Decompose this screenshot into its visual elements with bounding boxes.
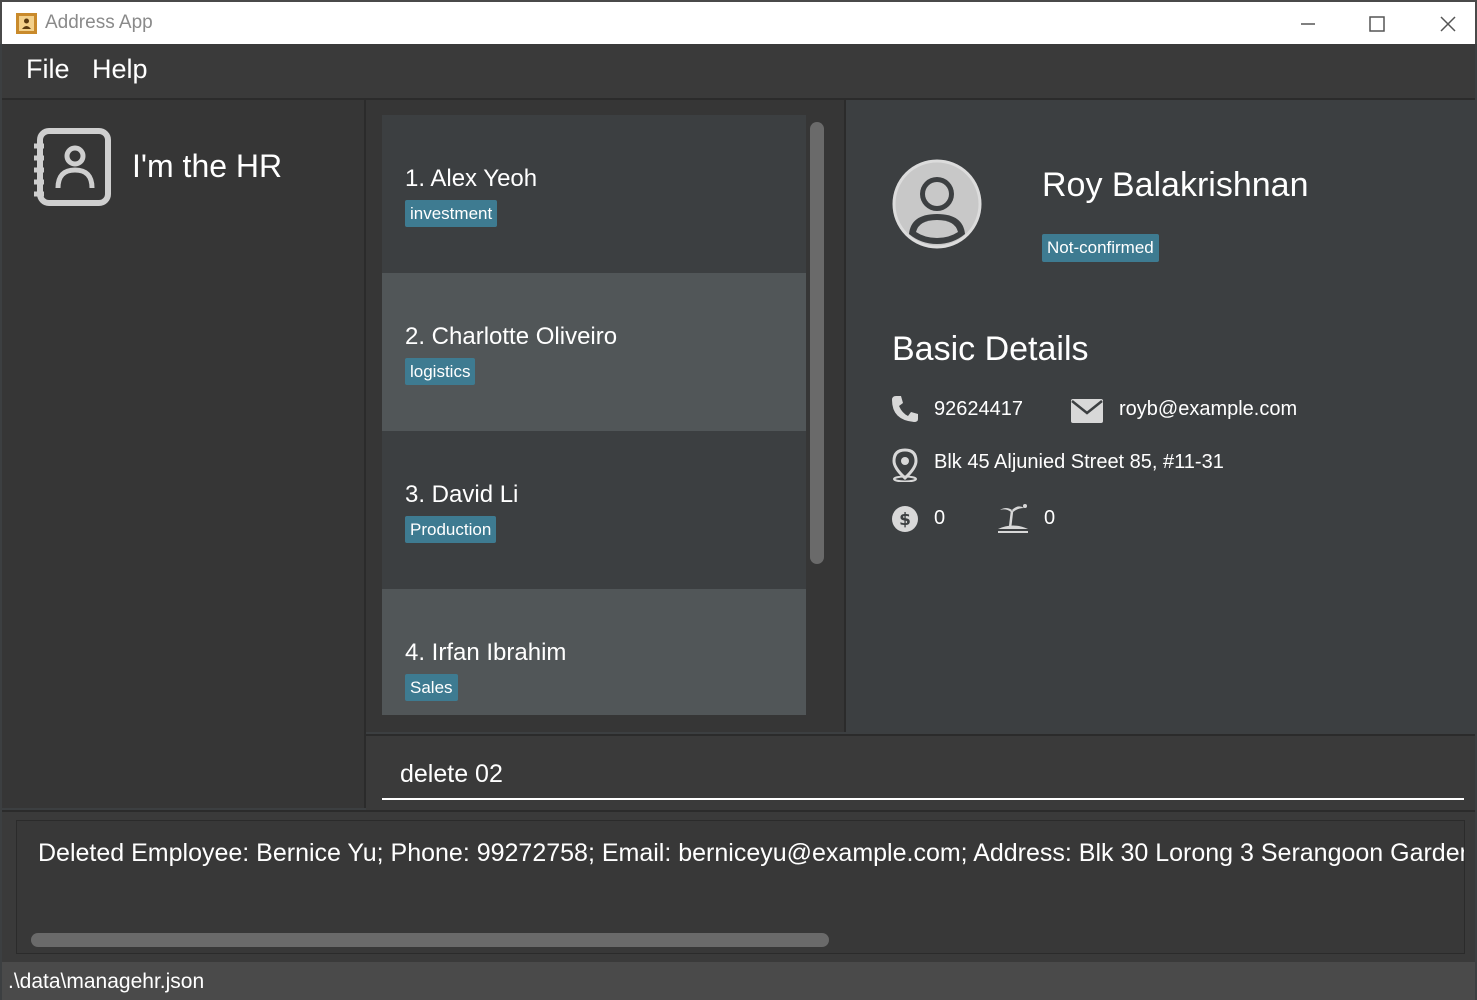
status-bar: .\data\managehr.json [2, 962, 1475, 1000]
list-item[interactable]: 1. Alex Yeoh investment [382, 115, 806, 273]
employee-tag: Production [405, 516, 497, 543]
address-book-icon [34, 128, 111, 206]
island-icon [998, 504, 1028, 533]
command-input[interactable] [382, 750, 1464, 800]
employee-list[interactable]: 1. Alex Yeoh investment 2. Charlotte Oli… [382, 115, 806, 715]
list-item[interactable]: 4. Irfan Ibrahim Sales [382, 589, 806, 715]
app-icon [16, 13, 37, 34]
detail-email: royb@example.com [1119, 398, 1298, 420]
detail-section-title: Basic Details [892, 330, 1089, 368]
detail-phone: 92624417 [934, 398, 1023, 420]
result-scrollbar[interactable] [31, 933, 829, 947]
employee-tag: logistics [405, 358, 476, 385]
employee-tag: investment [405, 200, 498, 227]
result-display[interactable]: Deleted Employee: Bernice Yu; Phone: 992… [16, 820, 1465, 954]
sidebar: I'm the HR [2, 100, 366, 808]
detail-salary: 0 [934, 507, 946, 529]
phone-icon [892, 396, 918, 422]
employee-name: 1. Alex Yeoh [405, 165, 538, 192]
result-message: Deleted Employee: Bernice Yu; Phone: 992… [38, 839, 1465, 867]
employee-name: 4. Irfan Ibrahim [405, 639, 567, 666]
avatar-icon [892, 159, 982, 249]
list-scrollbar[interactable] [810, 122, 824, 564]
close-icon[interactable] [1434, 10, 1462, 38]
maximize-icon[interactable] [1363, 10, 1391, 38]
employee-name: 3. David Li [405, 481, 519, 508]
menu-bar: File Help [2, 44, 1475, 100]
location-icon [892, 448, 918, 482]
status-file-path: .\data\managehr.json [8, 970, 205, 993]
dollar-icon: $ [892, 506, 918, 532]
detail-address: Blk 45 Aljunied Street 85, #11-31 [934, 451, 1224, 473]
app-brand: I'm the HR [132, 148, 283, 184]
menu-help[interactable]: Help [92, 54, 148, 85]
minimize-icon[interactable] [1294, 10, 1322, 38]
command-area [366, 734, 1475, 810]
employee-detail-panel: Roy Balakrishnan Not-confirmed Basic Det… [846, 100, 1475, 732]
employee-list-pane: 1. Alex Yeoh investment 2. Charlotte Oli… [366, 100, 846, 732]
detail-name: Roy Balakrishnan [1042, 166, 1309, 204]
result-area: Deleted Employee: Bernice Yu; Phone: 992… [2, 810, 1475, 962]
employee-name: 2. Charlotte Oliveiro [405, 323, 618, 350]
employee-tag: Sales [405, 674, 458, 701]
email-icon [1071, 399, 1103, 423]
detail-leave: 0 [1044, 507, 1056, 529]
window-title: Address App [45, 12, 153, 33]
menu-file[interactable]: File [26, 54, 70, 85]
svg-text:$: $ [899, 510, 911, 530]
window-titlebar: Address App [0, 0, 1477, 44]
list-item[interactable]: 2. Charlotte Oliveiro logistics [382, 273, 806, 431]
list-item[interactable]: 3. David Li Production [382, 431, 806, 589]
detail-status-tag: Not-confirmed [1042, 234, 1159, 262]
